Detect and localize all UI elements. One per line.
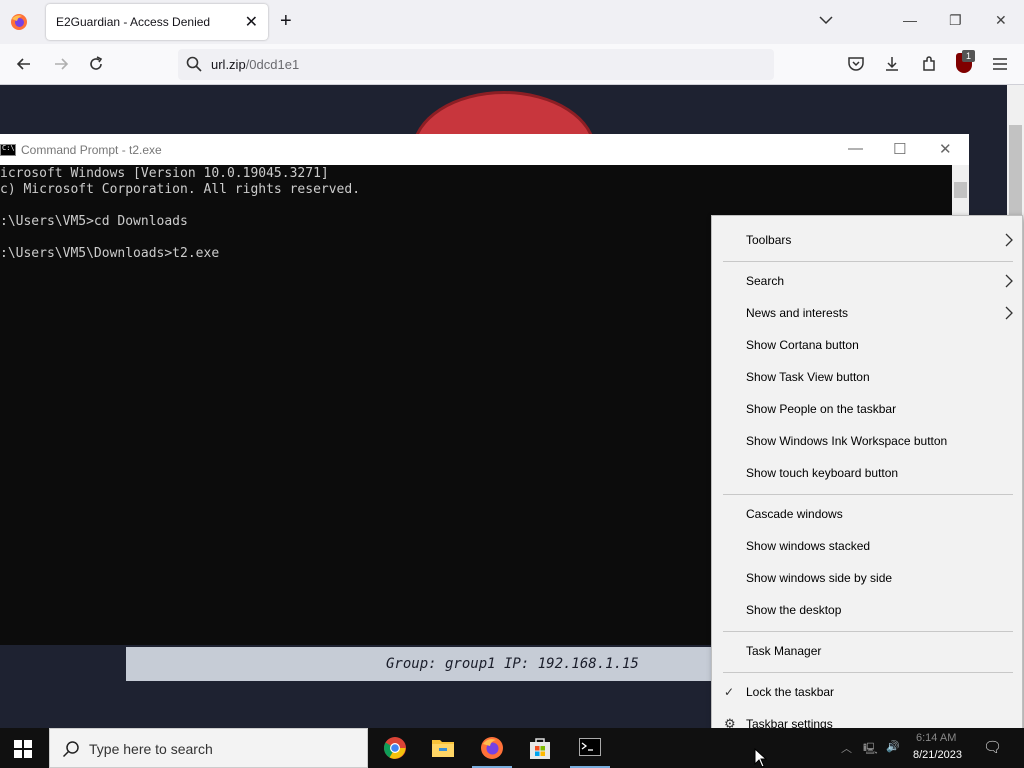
restore-icon[interactable]: ❐ (949, 12, 962, 29)
search-placeholder: Type here to search (89, 741, 213, 757)
menu-item-windows-stacked[interactable]: Show windows stacked (712, 530, 1022, 562)
menu-item-label: Show Windows Ink Workspace button (746, 434, 948, 448)
menu-item-label: Task Manager (746, 644, 822, 658)
menu-item-show-touch-keyboard[interactable]: Show touch keyboard button (712, 457, 1022, 489)
console-line: c) Microsoft Corporation. All rights res… (0, 182, 361, 197)
menu-item-show-desktop[interactable]: Show the desktop (712, 594, 1022, 626)
cmd-window-icon[interactable] (0, 144, 16, 156)
cmd-close-icon[interactable]: ✕ (939, 140, 952, 158)
downloads-icon[interactable] (882, 54, 902, 74)
menu-item-label: Lock the taskbar (746, 685, 835, 699)
network-icon[interactable]: 🖳 (863, 740, 878, 759)
menu-item-label: Show Cortana button (746, 338, 859, 352)
cmd-title-bar[interactable]: Command Prompt - t2.exe — ☐ ✕ (0, 134, 969, 165)
chevron-right-icon (1005, 233, 1013, 247)
menu-item-label: Show touch keyboard button (746, 466, 899, 480)
chevron-right-icon (1005, 306, 1013, 320)
menu-item-toolbars[interactable]: Toolbars (712, 224, 1022, 256)
address-bar[interactable]: url.zip/0dcd1e1 (178, 49, 774, 80)
extensions-icon[interactable] (919, 54, 939, 74)
url-text[interactable]: url.zip/0dcd1e1 (211, 57, 299, 72)
menu-item-label: Show People on the taskbar (746, 402, 897, 416)
menu-item-label: Show windows stacked (746, 539, 871, 553)
menu-icon[interactable] (990, 54, 1010, 74)
taskbar-file-explorer[interactable] (419, 728, 467, 768)
chevron-right-icon (1005, 274, 1013, 288)
reload-icon[interactable] (86, 54, 106, 74)
menu-item-label: Show the desktop (746, 603, 842, 617)
taskbar-firefox[interactable] (468, 728, 516, 768)
url-host: url.zip (211, 57, 246, 72)
cmd-title: Command Prompt - t2.exe (21, 143, 162, 157)
firefox-logo-icon[interactable] (10, 13, 28, 31)
taskbar-search-box[interactable]: Type here to search (49, 728, 368, 768)
cmd-maximize-icon[interactable]: ☐ (893, 140, 906, 158)
taskbar-chrome[interactable] (371, 728, 419, 768)
notifications-icon[interactable]: 🗨 (983, 738, 1002, 756)
clock-time[interactable]: 6:14 AM (916, 732, 956, 744)
menu-separator (723, 631, 1013, 632)
url-path: /0dcd1e1 (245, 57, 300, 72)
menu-item-label: Show windows side by side (746, 571, 893, 585)
menu-item-task-manager[interactable]: Task Manager (712, 635, 1022, 667)
file-explorer-icon (432, 740, 454, 757)
tab-e2guardian[interactable]: E2Guardian - Access Denied ✕ (46, 4, 268, 40)
close-window-icon[interactable]: ✕ (995, 12, 1007, 29)
menu-item-show-cortana[interactable]: Show Cortana button (712, 329, 1022, 361)
close-tab-icon[interactable]: ✕ (245, 12, 258, 32)
minimize-icon[interactable]: — (903, 12, 917, 28)
microsoft-store-icon (530, 738, 550, 759)
menu-item-label: Search (746, 274, 785, 288)
menu-item-lock-taskbar[interactable]: ✓ Lock the taskbar (712, 676, 1022, 708)
menu-item-show-people[interactable]: Show People on the taskbar (712, 393, 1022, 425)
new-tab-button[interactable]: + (280, 10, 292, 33)
windows-taskbar: Type here to search ︿ 🖳 🔊 6:14 AM 8/21/2… (0, 728, 1024, 768)
menu-item-label: Show Task View button (746, 370, 870, 384)
tab-title: E2Guardian - Access Denied (56, 15, 211, 29)
ublock-badge: 1 (962, 50, 975, 62)
mouse-cursor-icon (754, 748, 768, 768)
checkmark-icon: ✓ (724, 685, 735, 699)
menu-separator (723, 672, 1013, 673)
menu-item-cascade-windows[interactable]: Cascade windows (712, 498, 1022, 530)
back-icon[interactable] (14, 54, 34, 74)
taskbar-context-menu: Toolbars Search News and interests Show … (711, 215, 1023, 748)
menu-item-show-task-view[interactable]: Show Task View button (712, 361, 1022, 393)
command-prompt-icon (579, 738, 601, 756)
search-icon (186, 56, 202, 72)
console-line: icrosoft Windows [Version 10.0.19045.327… (0, 166, 329, 181)
menu-separator (723, 494, 1013, 495)
list-all-tabs-icon[interactable] (818, 12, 834, 28)
menu-item-label: Cascade windows (746, 507, 843, 521)
pocket-icon[interactable] (846, 54, 866, 74)
menu-item-side-by-side[interactable]: Show windows side by side (712, 562, 1022, 594)
menu-item-show-ink-workspace[interactable]: Show Windows Ink Workspace button (712, 425, 1022, 457)
group-info-text: Group: group1 IP: 192.168.1.15 (386, 656, 639, 672)
menu-separator (723, 261, 1013, 262)
menu-item-label: Toolbars (746, 233, 792, 247)
taskbar-command-prompt[interactable] (566, 728, 614, 768)
chrome-icon (384, 737, 406, 759)
menu-item-news-and-interests[interactable]: News and interests (712, 297, 1022, 329)
windows-start-icon[interactable] (14, 740, 32, 758)
cmd-scrollbar-thumb[interactable] (954, 182, 967, 198)
forward-icon[interactable] (51, 54, 71, 74)
clock-date[interactable]: 8/21/2023 (913, 749, 962, 761)
browser-tab-bar: E2Guardian - Access Denied ✕ + — ❐ ✕ (0, 0, 1024, 44)
cmd-minimize-icon[interactable]: — (848, 140, 863, 157)
taskbar-microsoft-store[interactable] (516, 728, 564, 768)
menu-item-label: News and interests (746, 306, 849, 320)
firefox-icon (481, 737, 503, 759)
menu-item-search[interactable]: Search (712, 265, 1022, 297)
show-hidden-icons-icon[interactable]: ︿ (841, 740, 852, 756)
search-icon (62, 741, 79, 758)
volume-icon[interactable]: 🔊 (886, 740, 900, 753)
browser-nav-bar: url.zip/0dcd1e1 1 (0, 44, 1024, 85)
